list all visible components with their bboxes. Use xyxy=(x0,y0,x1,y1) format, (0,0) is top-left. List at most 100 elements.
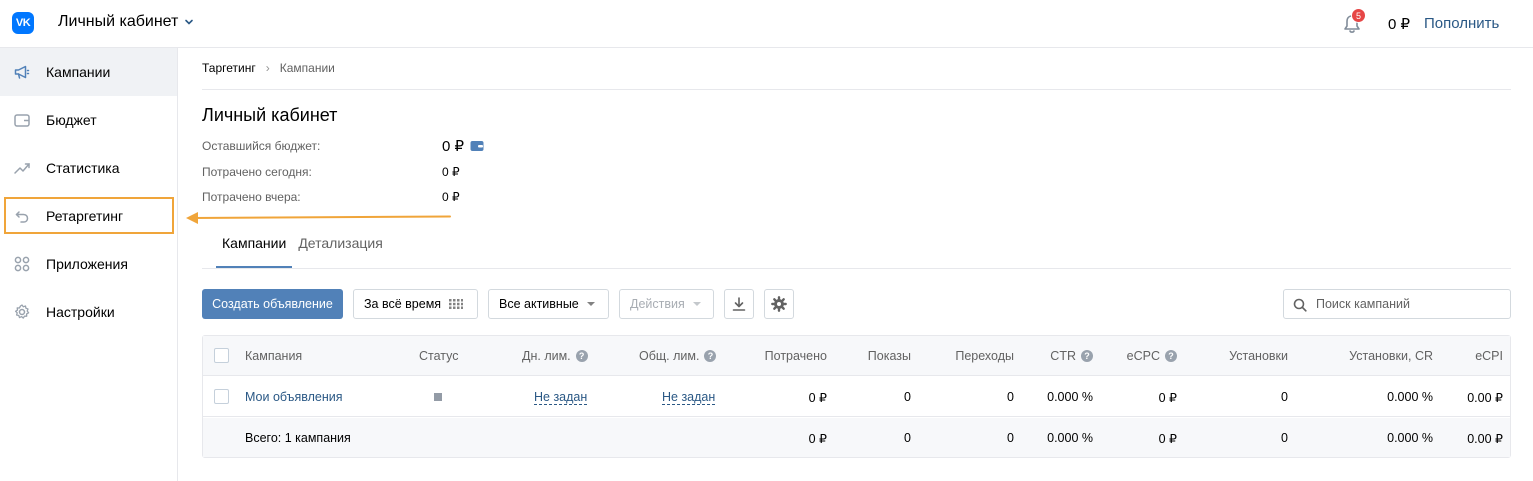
total-spent-cell: 0 ₽ xyxy=(808,431,827,446)
ecpi-cell: 0.00 ₽ xyxy=(1467,390,1503,405)
installs-cell: 0 xyxy=(1281,390,1288,404)
chevron-down-icon xyxy=(185,19,194,25)
installs-cr-cell: 0.000 % xyxy=(1387,390,1433,404)
caret-down-icon xyxy=(586,302,595,306)
col-ecpc-label: eCPC xyxy=(1126,349,1160,363)
total-impressions-cell: 0 xyxy=(904,431,911,445)
tab-details[interactable]: Детализация xyxy=(292,230,388,268)
account-switcher[interactable]: Личный кабинет xyxy=(58,13,194,31)
col-total-limit-label: Общ. лим. xyxy=(639,349,700,363)
download-icon xyxy=(732,297,746,311)
tab-campaigns[interactable]: Кампании xyxy=(216,230,293,268)
total-label: Всего: 1 кампания xyxy=(245,431,351,445)
help-icon[interactable]: ? xyxy=(704,350,717,362)
col-spent[interactable]: Потрачено xyxy=(727,336,827,376)
wallet-icon[interactable] xyxy=(470,140,484,152)
sidebar: Кампании Бюджет Статистика Ретаргетинг П… xyxy=(0,48,178,481)
breadcrumb: Таргетинг › Кампании xyxy=(202,61,335,75)
table-total-row: Всего: 1 кампания 0 ₽ 0 0 0.000 % 0 ₽ 0 … xyxy=(203,418,1510,457)
divider xyxy=(202,268,1511,269)
sidebar-item-budget[interactable]: Бюджет xyxy=(0,96,177,144)
spent-cell: 0 ₽ xyxy=(808,390,827,405)
account-title: Личный кабинет xyxy=(58,13,179,30)
help-icon[interactable]: ? xyxy=(1165,350,1177,362)
sidebar-item-campaigns[interactable]: Кампании xyxy=(0,48,177,96)
create-ad-button[interactable]: Создать объявление xyxy=(202,289,343,319)
search-box xyxy=(1283,289,1511,319)
campaign-name-link[interactable]: Мои объявления xyxy=(245,377,343,417)
sidebar-item-statistics[interactable]: Статистика xyxy=(0,144,177,192)
stopped-status-icon xyxy=(434,393,442,401)
total-limit-edit[interactable]: Не задан xyxy=(662,390,716,405)
campaigns-table: Кампания Статус Дн. лим.? Общ. лим.? Пот… xyxy=(202,335,1511,458)
tabs: Кампании Детализация xyxy=(216,230,389,268)
actions-select[interactable]: Действия xyxy=(619,289,714,319)
breadcrumb-separator: › xyxy=(265,61,270,75)
page-title: Личный кабинет xyxy=(202,105,338,125)
sidebar-item-label: Ретаргетинг xyxy=(46,208,124,224)
search-input[interactable] xyxy=(1316,295,1506,313)
col-daily-limit[interactable]: Дн. лим.? xyxy=(522,336,588,376)
notification-badge: 5 xyxy=(1351,8,1366,23)
spent-yesterday-value: 0 ₽ xyxy=(442,190,460,204)
sidebar-item-retargeting[interactable]: Ретаргетинг xyxy=(0,192,177,240)
row-checkbox[interactable] xyxy=(214,389,229,404)
col-ctr[interactable]: CTR? xyxy=(1003,336,1093,376)
sidebar-item-label: Статистика xyxy=(46,160,120,176)
total-ctr-cell: 0.000 % xyxy=(1047,431,1093,445)
sidebar-item-label: Настройки xyxy=(46,304,115,320)
remaining-budget-label: Оставшийся бюджет: xyxy=(202,139,321,153)
col-total-limit[interactable]: Общ. лим.? xyxy=(639,336,717,376)
table-header-row: Кампания Статус Дн. лим.? Общ. лим.? Пот… xyxy=(203,336,1510,376)
sidebar-item-apps[interactable]: Приложения xyxy=(0,240,177,288)
gear-icon xyxy=(771,296,787,312)
total-ecpi-cell: 0.00 ₽ xyxy=(1467,431,1503,446)
col-installs[interactable]: Установки xyxy=(1193,336,1288,376)
col-daily-limit-label: Дн. лим. xyxy=(522,349,571,363)
sidebar-item-label: Кампании xyxy=(46,64,111,80)
pointer-arrow-icon xyxy=(186,212,451,224)
breadcrumb-campaigns: Кампании xyxy=(279,61,335,75)
clicks-cell: 0 xyxy=(1007,390,1014,404)
total-installs-cr-cell: 0.000 % xyxy=(1387,431,1433,445)
download-button[interactable] xyxy=(724,289,754,319)
table-settings-button[interactable] xyxy=(764,289,794,319)
col-ecpc[interactable]: eCPC? xyxy=(1083,336,1177,376)
table-row: Мои объявления Не задан Не задан 0 ₽ 0 0… xyxy=(203,377,1510,417)
col-ecpi[interactable]: eCPI xyxy=(1443,336,1503,376)
col-installs-cr[interactable]: Установки, CR xyxy=(1313,336,1433,376)
select-all-checkbox[interactable] xyxy=(214,348,229,363)
sidebar-item-settings[interactable]: Настройки xyxy=(0,288,177,336)
wallet-icon xyxy=(13,111,31,129)
ecpc-cell: 0 ₽ xyxy=(1158,390,1177,405)
balance-value: 0 ₽ xyxy=(1388,16,1411,33)
sidebar-item-label: Приложения xyxy=(46,256,128,272)
total-limit-cell: Не задан xyxy=(662,377,716,417)
col-campaign[interactable]: Кампания xyxy=(245,336,302,376)
impressions-cell: 0 xyxy=(904,390,911,404)
breadcrumb-targeting[interactable]: Таргетинг xyxy=(202,61,256,75)
retarget-arrow-icon xyxy=(13,207,31,225)
col-ctr-label: CTR xyxy=(1050,349,1076,363)
col-impressions[interactable]: Показы xyxy=(813,336,911,376)
spent-yesterday-label: Потрачено вчера: xyxy=(202,190,301,204)
vk-logo-icon[interactable]: VK xyxy=(12,12,34,34)
col-clicks[interactable]: Переходы xyxy=(913,336,1014,376)
col-status[interactable]: Статус xyxy=(419,336,459,376)
apps-grid-icon xyxy=(13,255,31,273)
spent-today-label: Потрачено сегодня: xyxy=(202,165,312,179)
daily-limit-cell: Не задан xyxy=(534,377,588,417)
divider xyxy=(202,89,1511,90)
total-installs-cell: 0 xyxy=(1281,431,1288,445)
gear-icon xyxy=(13,303,31,321)
help-icon[interactable]: ? xyxy=(575,350,588,362)
status-filter-select[interactable]: Все активные xyxy=(488,289,609,319)
sidebar-item-label: Бюджет xyxy=(46,112,97,128)
total-clicks-cell: 0 xyxy=(1007,431,1014,445)
period-select[interactable]: За всё время xyxy=(353,289,478,319)
top-header: VK Личный кабинет 5 0 ₽ Пополнить xyxy=(0,0,1533,48)
topup-link[interactable]: Пополнить xyxy=(1424,15,1499,32)
period-label: За всё время xyxy=(364,297,442,311)
daily-limit-edit[interactable]: Не задан xyxy=(534,390,588,405)
status-indicator xyxy=(434,377,442,417)
